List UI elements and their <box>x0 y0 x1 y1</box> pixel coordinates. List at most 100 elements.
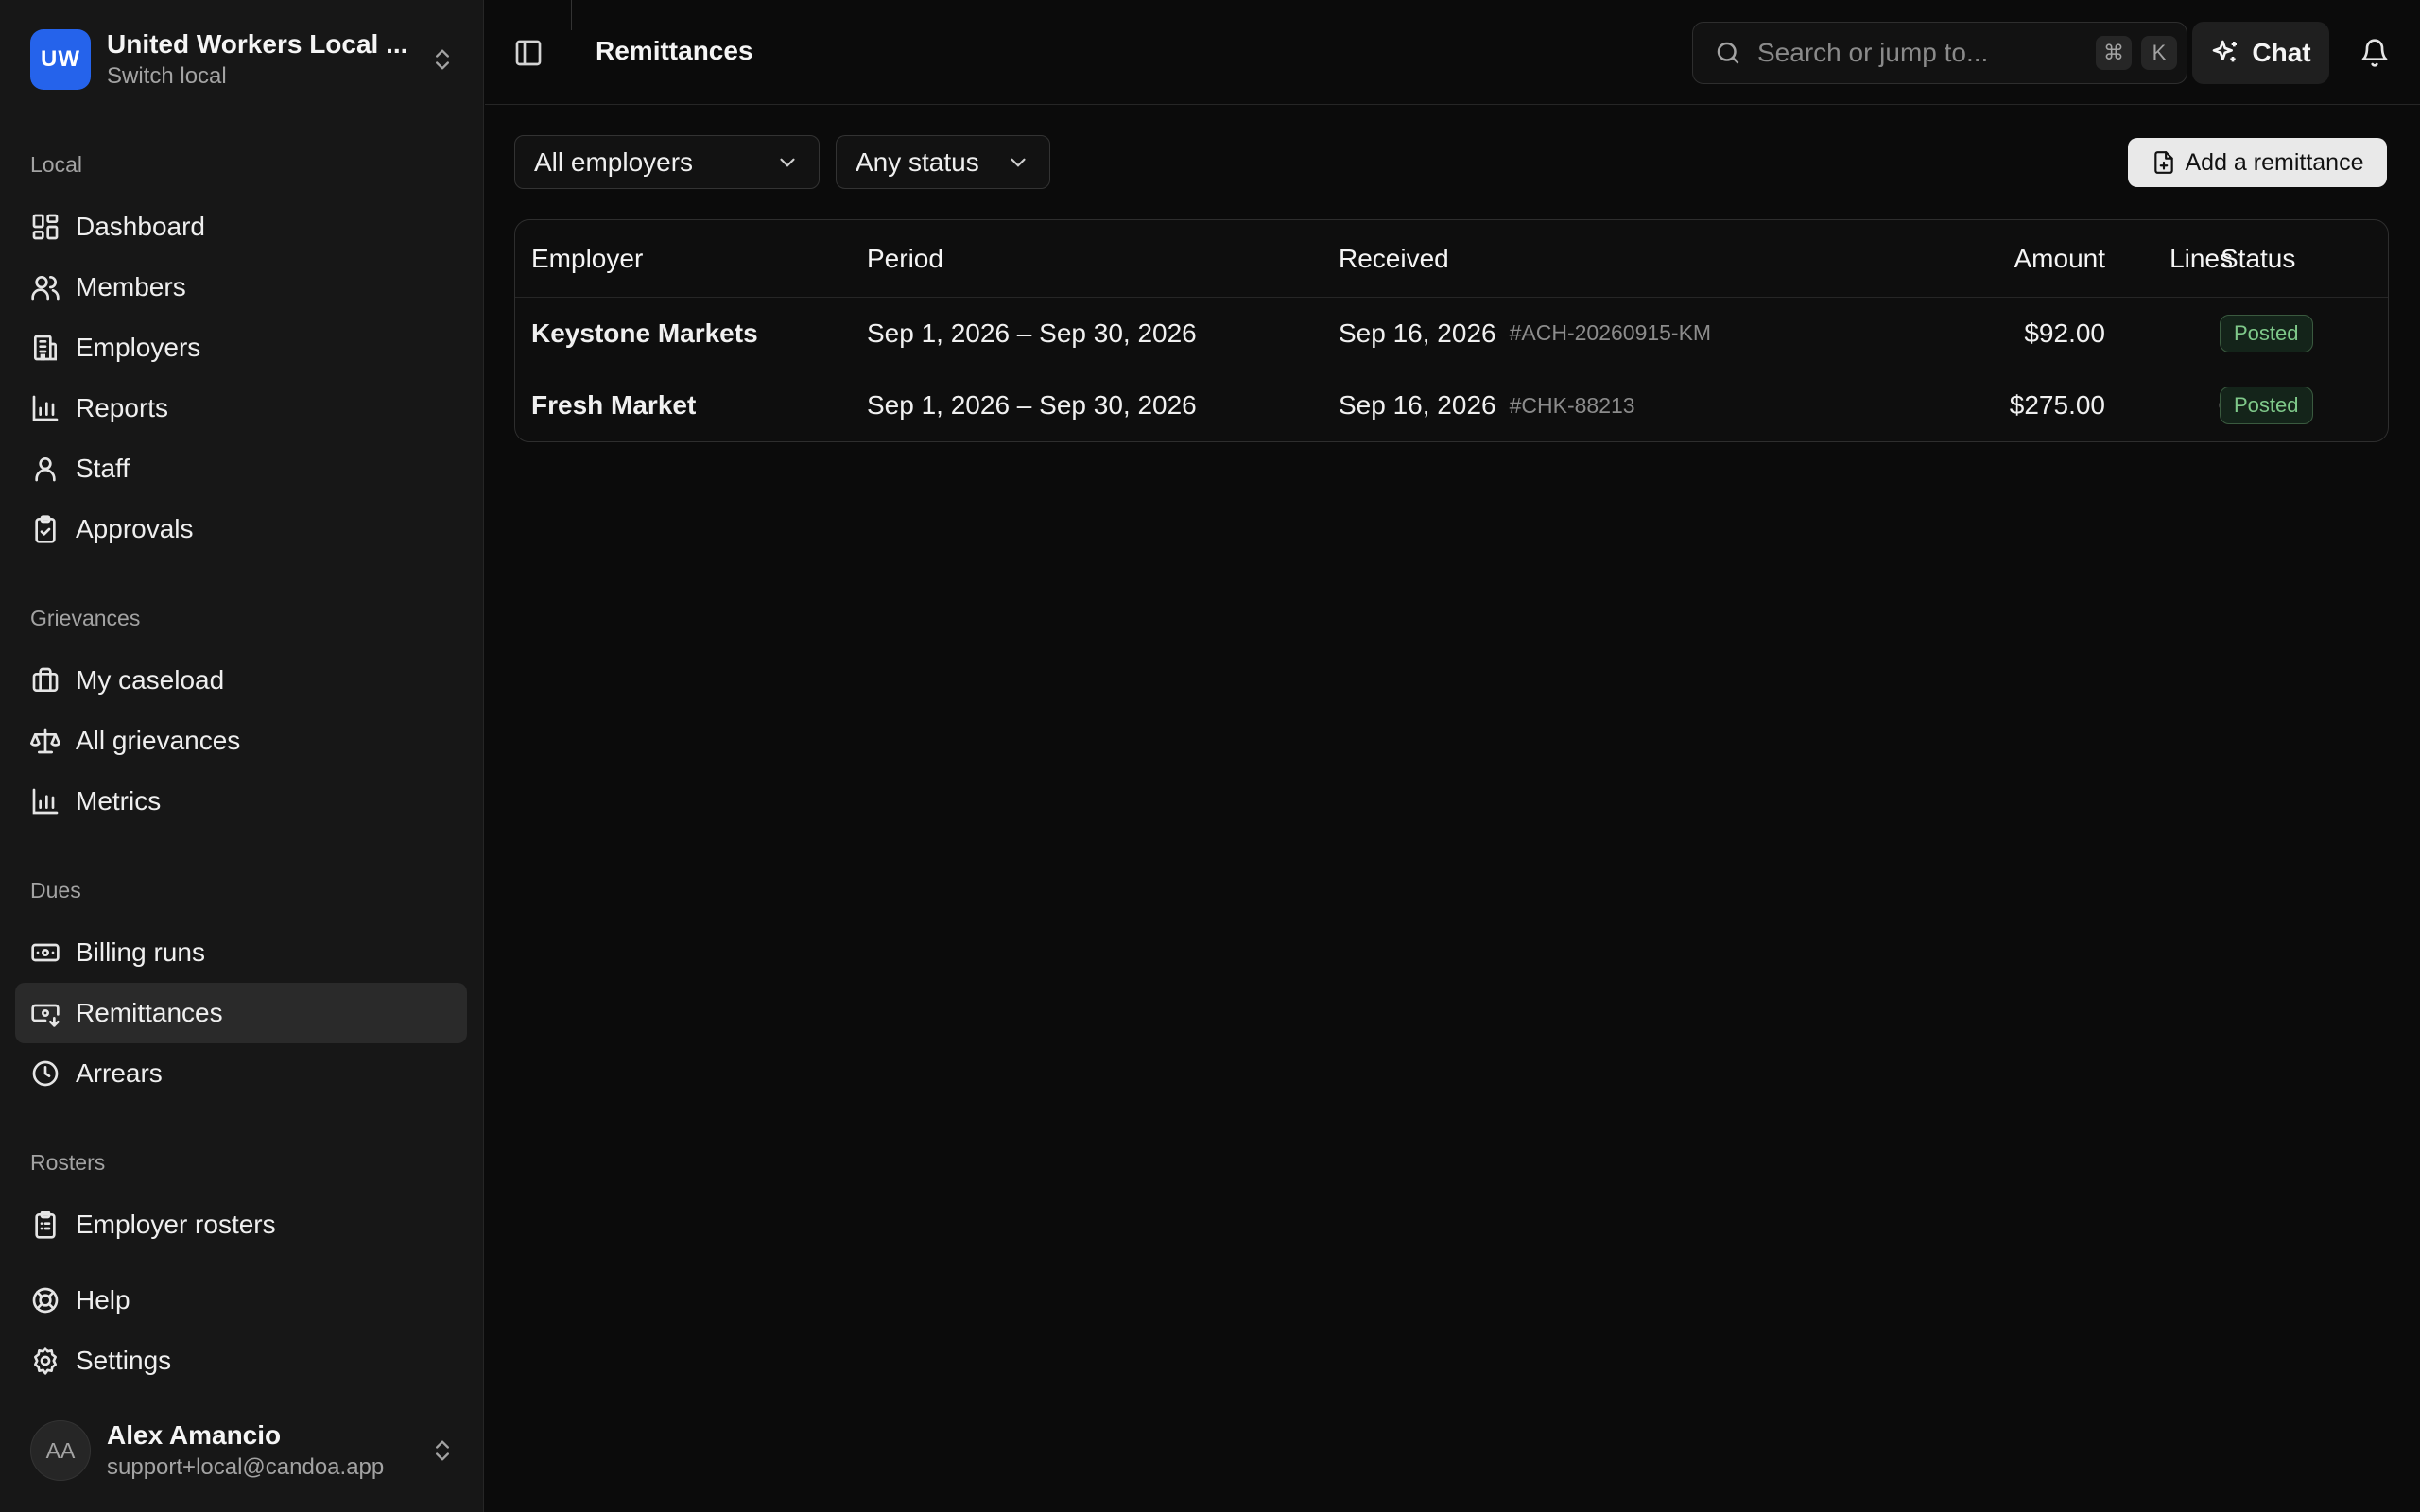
sidebar-item-label: Arrears <box>76 1058 163 1088</box>
sidebar-item-staff[interactable]: Staff <box>15 438 467 499</box>
sidebar: UW United Workers Local ... Switch local… <box>0 0 484 1512</box>
sidebar-item-employers[interactable]: Employers <box>15 318 467 378</box>
chevrons-up-down-icon <box>436 1440 449 1461</box>
sidebar-item-label: Approvals <box>76 514 194 543</box>
sidebar-item-help[interactable]: Help <box>15 1270 467 1331</box>
status-badge: Posted <box>2220 314 2313 352</box>
sidebar-item-remittances[interactable]: Remittances <box>15 983 467 1043</box>
section-label-grievances: Grievances <box>30 606 141 630</box>
sidebar-item-label: Help <box>76 1285 130 1314</box>
status-filter-select[interactable]: Any status <box>836 135 1050 189</box>
scale-icon <box>30 728 60 754</box>
bar-chart-icon <box>32 395 59 421</box>
user-menu[interactable]: AA Alex Amancio support+local@candoa.app <box>30 1418 456 1484</box>
gear-icon <box>34 1347 57 1375</box>
status-cell: Posted <box>2220 369 2313 441</box>
sidebar-item-label: All grievances <box>76 726 241 755</box>
sidebar-toggle-icon[interactable] <box>513 38 544 68</box>
table-row[interactable]: Fresh Market Sep 1, 2026 – Sep 30, 2026 … <box>515 369 2388 441</box>
users-icon <box>31 276 60 301</box>
received-date: Sep 16, 2026 <box>1339 390 1496 420</box>
period-cell: Sep 1, 2026 – Sep 30, 2026 <box>867 318 1197 348</box>
employer-cell[interactable]: Fresh Market <box>531 369 696 441</box>
life-buoy-icon <box>32 1287 59 1314</box>
banknote-arrow-down-icon <box>31 1004 60 1027</box>
column-header-period[interactable]: Period <box>867 220 943 297</box>
employer-filter-select[interactable]: All employers <box>514 135 820 189</box>
sidebar-item-dashboard[interactable]: Dashboard <box>15 197 467 257</box>
page-title: Remittances <box>596 36 753 65</box>
chat-button[interactable]: Chat <box>2192 22 2329 84</box>
reference-number: #CHK-88213 <box>1509 392 1635 418</box>
employer-filter-value: All employers <box>534 146 694 177</box>
sidebar-item-employer-rosters[interactable]: Employer rosters <box>15 1194 467 1255</box>
employer-cell[interactable]: Keystone Markets <box>531 298 758 369</box>
sidebar-item-label: Dashboard <box>76 212 205 241</box>
divider <box>571 0 572 30</box>
sidebar-item-label: Reports <box>76 393 169 422</box>
sidebar-item-reports[interactable]: Reports <box>15 378 467 438</box>
org-name: United Workers Local ... <box>107 29 408 59</box>
org-switcher[interactable]: UW United Workers Local ... Switch local <box>30 27 456 92</box>
bell-icon[interactable] <box>2360 38 2390 68</box>
period-cell: Sep 1, 2026 – Sep 30, 2026 <box>867 390 1197 420</box>
lines-cell: 1 <box>2122 298 2233 369</box>
received-date: Sep 16, 2026 <box>1339 318 1496 348</box>
lines-cell: 6 <box>2122 369 2233 441</box>
search-icon <box>1717 42 1739 64</box>
sidebar-item-my-caseload[interactable]: My caseload <box>15 650 467 711</box>
column-header-employer[interactable]: Employer <box>531 220 643 297</box>
column-header-amount[interactable]: Amount <box>1933 220 2106 297</box>
chat-label: Chat <box>2252 38 2311 67</box>
top-bar: Remittances Search or jump to... ⌘ K Cha… <box>485 0 2420 105</box>
org-switch-label: Switch local <box>107 63 227 89</box>
section-label-local: Local <box>30 152 82 177</box>
sidebar-item-label: Settings <box>76 1346 172 1375</box>
section-label-dues: Dues <box>30 878 81 902</box>
sidebar-item-label: My caseload <box>76 665 225 695</box>
shortcut-key-cmd: ⌘ <box>2096 36 2132 70</box>
bar-chart-icon <box>32 788 59 815</box>
org-avatar: UW <box>30 29 91 90</box>
column-header-lines[interactable]: Lines <box>2122 220 2233 297</box>
received-cell: Sep 16, 2026 #CHK-88213 <box>1339 369 1635 441</box>
clipboard-list-icon <box>35 1211 56 1239</box>
status-filter-value: Any status <box>856 146 979 177</box>
chevron-down-icon <box>1011 158 1026 167</box>
remittances-table: Employer Period Received Amount Lines St… <box>514 219 2389 442</box>
user-icon <box>35 457 56 482</box>
user-email: support+local@candoa.app <box>107 1454 385 1480</box>
status-badge: Posted <box>2220 387 2313 424</box>
add-remittance-button[interactable]: Add a remittance <box>2128 138 2387 187</box>
sidebar-item-billing-runs[interactable]: Billing runs <box>15 922 467 983</box>
reference-number: #ACH-20260915-KM <box>1509 320 1712 345</box>
sidebar-item-arrears[interactable]: Arrears <box>15 1043 467 1104</box>
add-remittance-label: Add a remittance <box>2185 148 2364 176</box>
sidebar-item-all-grievances[interactable]: All grievances <box>15 711 467 771</box>
shortcut-key-k: K <box>2141 36 2177 70</box>
table-row[interactable]: Keystone Markets Sep 1, 2026 – Sep 30, 2… <box>515 298 2388 369</box>
sidebar-item-approvals[interactable]: Approvals <box>15 499 467 559</box>
sidebar-item-label: Employer rosters <box>76 1210 276 1239</box>
chevrons-up-down-icon <box>436 49 449 70</box>
search-placeholder: Search or jump to... <box>1757 38 1989 67</box>
clock-icon <box>32 1060 59 1087</box>
user-name: Alex Amancio <box>107 1420 282 1450</box>
column-header-status[interactable]: Status <box>2221 220 2295 297</box>
avatar: AA <box>30 1420 91 1481</box>
section-label-rosters: Rosters <box>30 1150 106 1175</box>
sidebar-item-label: Metrics <box>76 786 162 816</box>
sidebar-item-label: Remittances <box>76 998 223 1027</box>
sidebar-item-settings[interactable]: Settings <box>15 1331 467 1391</box>
dashboard-icon <box>32 214 59 240</box>
search-input[interactable]: Search or jump to... ⌘ K <box>1692 22 2187 84</box>
amount-cell: $92.00 <box>2024 318 2105 348</box>
column-header-received[interactable]: Received <box>1339 220 1449 297</box>
file-plus-icon <box>2153 151 2173 174</box>
sparkles-icon <box>2213 40 2238 62</box>
chevron-down-icon <box>780 158 795 167</box>
building-icon <box>34 335 57 361</box>
sidebar-item-label: Members <box>76 272 186 301</box>
sidebar-item-metrics[interactable]: Metrics <box>15 771 467 832</box>
sidebar-item-members[interactable]: Members <box>15 257 467 318</box>
